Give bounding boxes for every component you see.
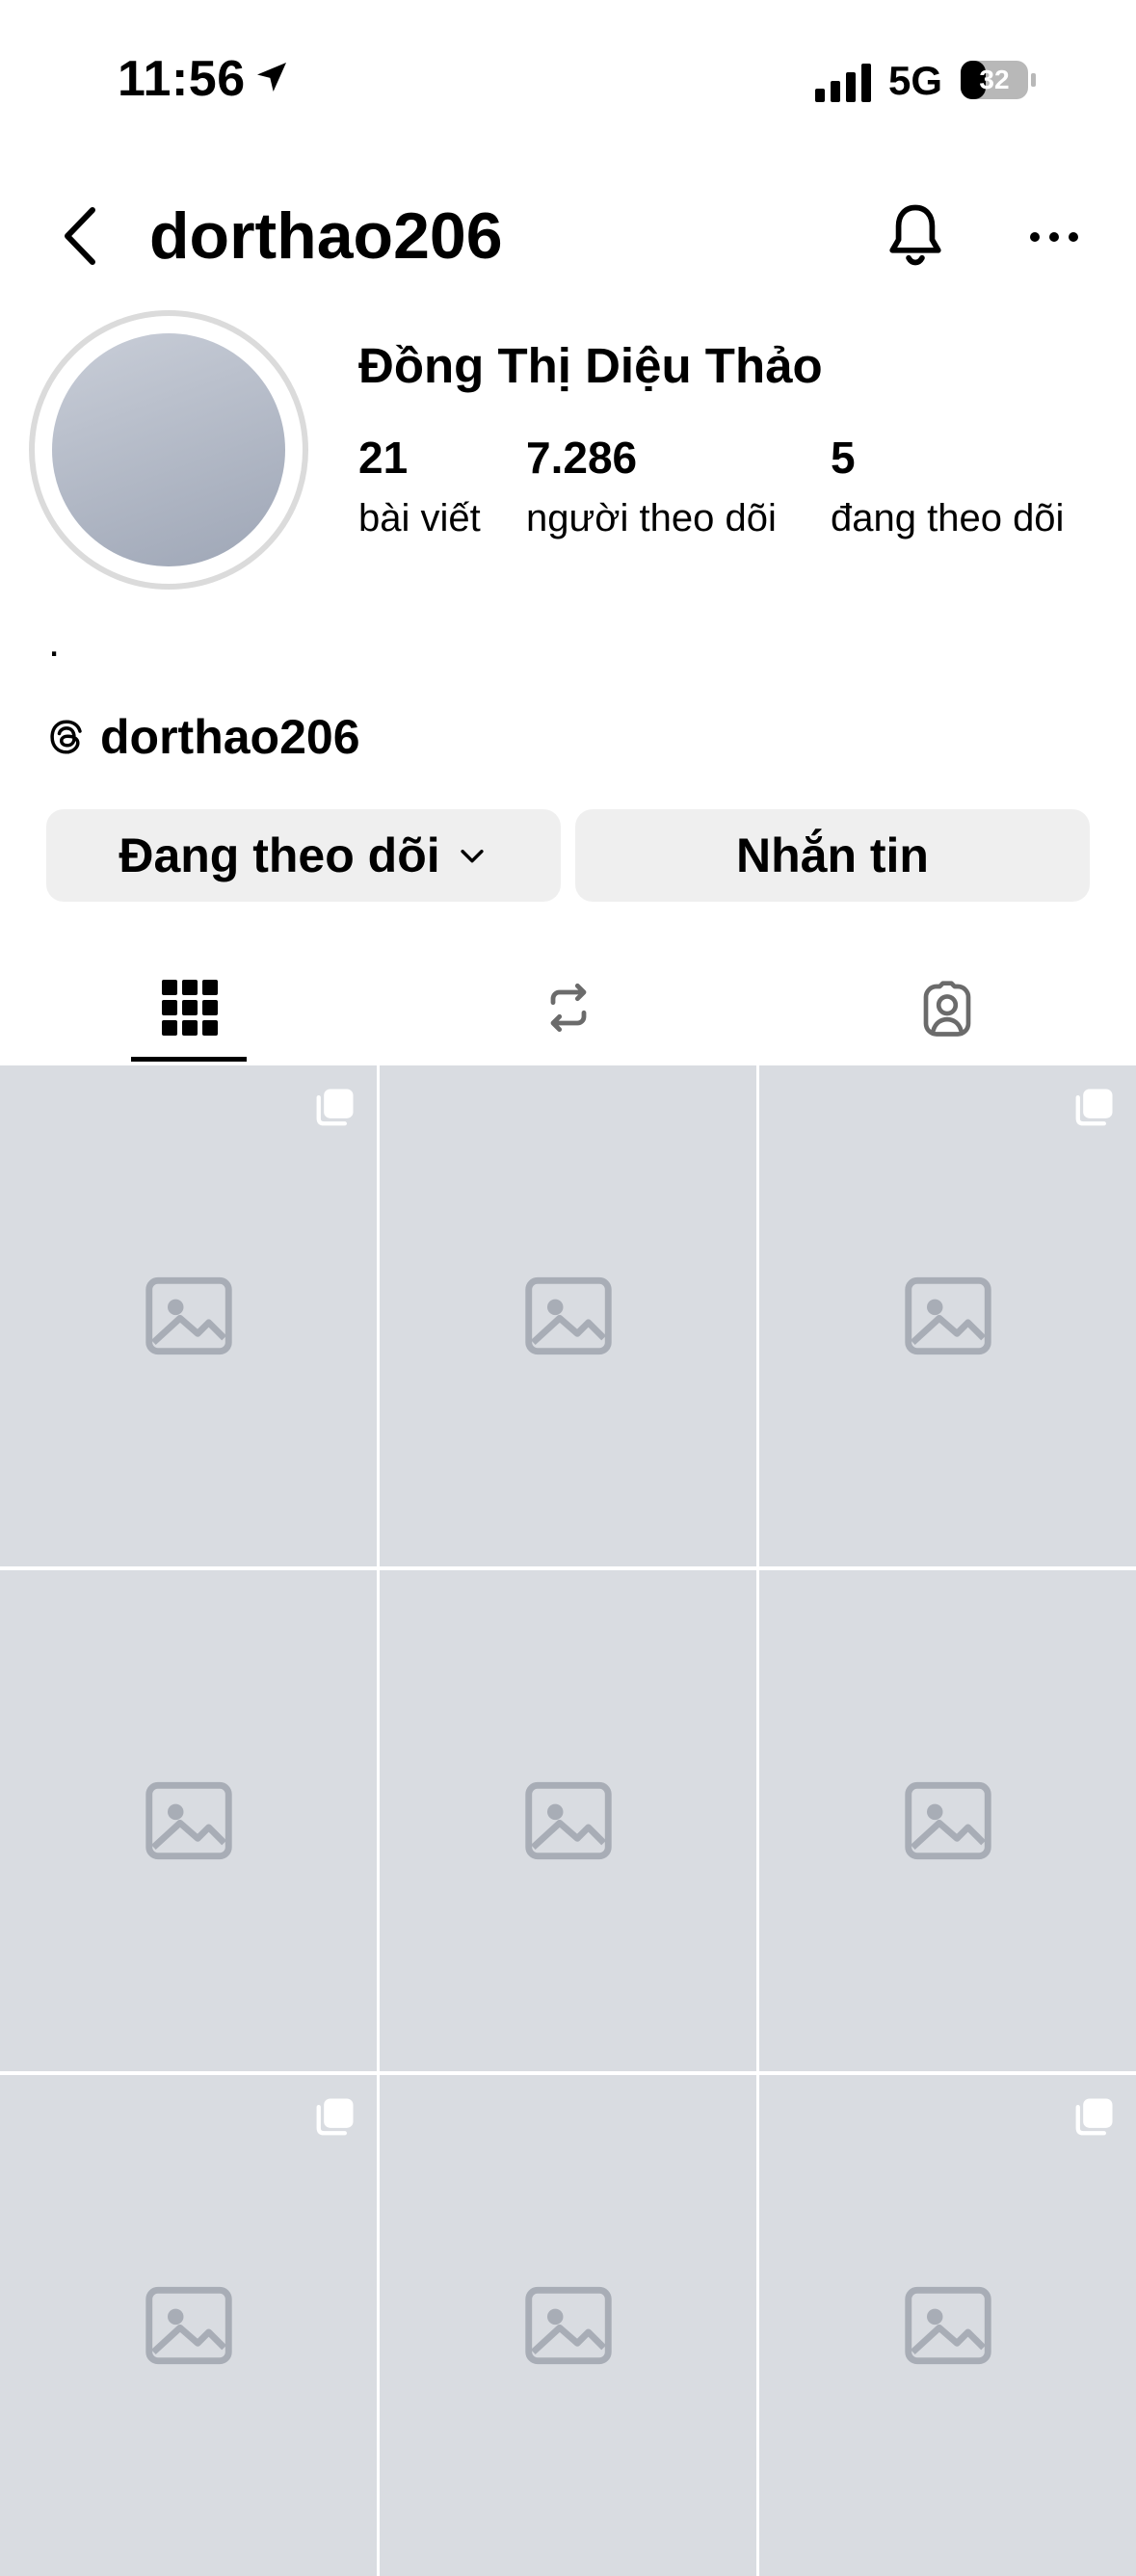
repost-icon — [550, 983, 586, 1033]
carousel-icon — [1075, 2098, 1113, 2136]
battery-level: 32 — [979, 65, 1009, 94]
threads-link[interactable]: dorthao206 — [46, 709, 360, 765]
stat-posts[interactable]: 21 bài viết — [358, 432, 481, 540]
image-placeholder-icon — [145, 2286, 232, 2365]
battery-icon: 32 — [961, 61, 1036, 99]
carousel-icon — [316, 2098, 354, 2136]
threads-handle: dorthao206 — [100, 710, 360, 764]
message-button-label: Nhắn tin — [736, 828, 929, 882]
stat-followers[interactable]: 7.286 người theo dõi — [526, 432, 777, 540]
posts-label: bài viết — [358, 497, 481, 539]
tab-reposts[interactable] — [379, 954, 757, 1062]
message-button[interactable]: Nhắn tin — [575, 809, 1090, 902]
followers-label: người theo dõi — [526, 497, 777, 539]
carousel-icon — [1075, 1089, 1113, 1126]
following-button[interactable]: Đang theo dõi — [46, 809, 561, 902]
grid-post[interactable] — [380, 2075, 756, 2576]
following-label: đang theo dõi — [831, 497, 1065, 539]
posts-count: 21 — [358, 433, 409, 483]
location-arrow-icon — [257, 63, 286, 92]
followers-count: 7.286 — [526, 433, 638, 483]
tab-grid[interactable] — [0, 954, 379, 1062]
following-button-label: Đang theo dõi — [119, 828, 440, 882]
profile-tabs — [0, 954, 1136, 1062]
posts-grid — [0, 1065, 1136, 2576]
status-bar: 11:56 5G 32 — [0, 0, 1136, 164]
signal-icon — [815, 64, 871, 102]
threads-icon — [50, 720, 82, 754]
following-count: 5 — [831, 433, 856, 483]
profile-full-name: Đồng Thị Diệu Thảo — [358, 338, 823, 393]
image-placeholder-icon — [904, 1276, 991, 1355]
image-placeholder-icon — [145, 1781, 232, 1860]
network-type: 5G — [888, 58, 943, 103]
grid-post[interactable] — [759, 1065, 1136, 1566]
image-placeholder-icon — [145, 1276, 232, 1355]
image-placeholder-icon — [904, 1781, 991, 1860]
grid-post[interactable] — [380, 1570, 756, 2071]
stat-following[interactable]: 5 đang theo dõi — [831, 432, 1064, 540]
grid-icon — [161, 980, 218, 1036]
grid-post[interactable] — [759, 2075, 1136, 2576]
grid-post[interactable] — [0, 2075, 377, 2576]
status-time: 11:56 — [118, 51, 246, 107]
tab-active-indicator — [131, 1057, 247, 1062]
ellipsis-icon[interactable] — [1025, 208, 1083, 266]
grid-post[interactable] — [759, 1570, 1136, 2071]
tab-tagged[interactable] — [757, 954, 1136, 1062]
header-username: dorthao206 — [149, 199, 503, 273]
avatar-image — [52, 333, 285, 566]
image-placeholder-icon — [524, 1276, 612, 1355]
grid-post[interactable] — [0, 1065, 377, 1566]
chevron-down-icon — [461, 850, 484, 863]
avatar[interactable] — [29, 310, 308, 590]
tagged-person-icon — [923, 981, 970, 1037]
grid-post[interactable] — [0, 1570, 377, 2071]
image-placeholder-icon — [904, 2286, 991, 2365]
image-placeholder-icon — [524, 2286, 612, 2365]
grid-post[interactable] — [380, 1065, 756, 1566]
carousel-icon — [316, 1089, 354, 1126]
profile-header: dorthao206 — [0, 183, 1136, 289]
bell-icon[interactable] — [879, 198, 952, 272]
profile-bio: . — [48, 618, 61, 666]
back-button[interactable] — [56, 202, 104, 270]
image-placeholder-icon — [524, 1781, 612, 1860]
